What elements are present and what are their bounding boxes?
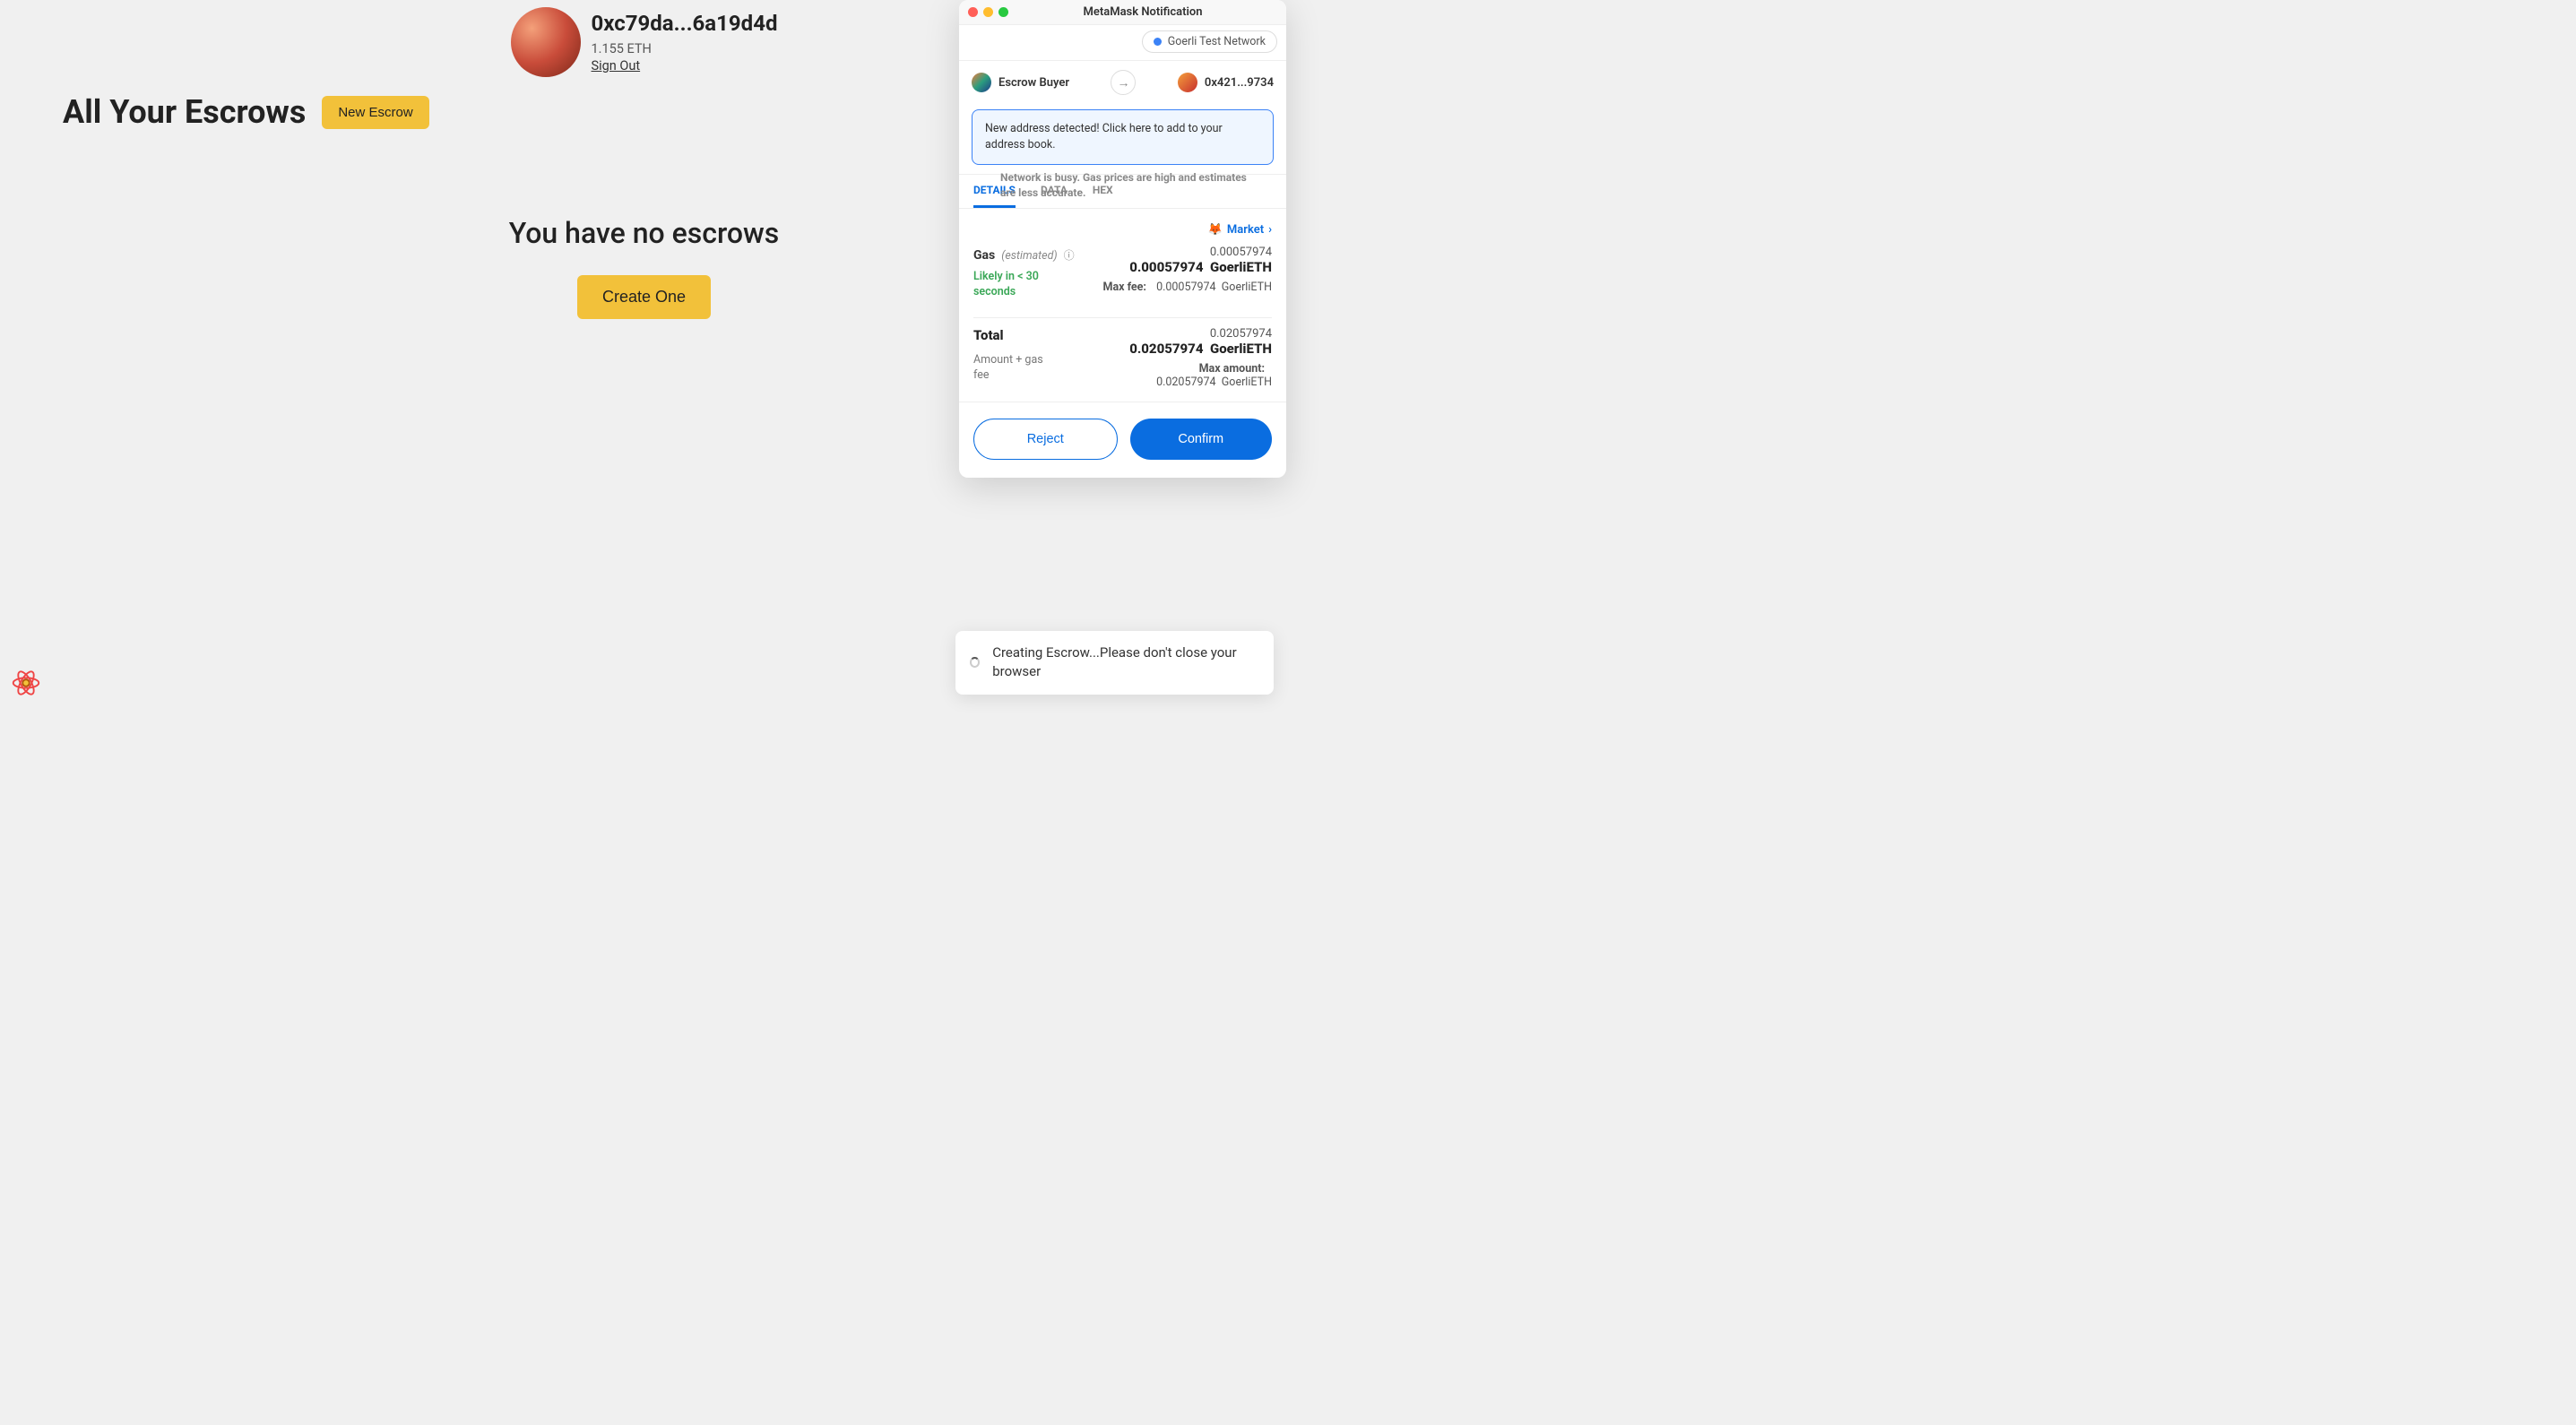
- total-section: Total Amount + gas fee 0.02057974 0.0205…: [959, 324, 1286, 402]
- arrow-right-icon: →: [1111, 70, 1136, 95]
- new-address-alert[interactable]: New address detected! Click here to add …: [972, 109, 1274, 165]
- network-name: Goerli Test Network: [1168, 35, 1266, 48]
- window-controls: [968, 7, 1008, 17]
- tab-hex[interactable]: HEX: [1093, 175, 1113, 208]
- tab-data[interactable]: DATA: [1041, 175, 1068, 208]
- reject-button[interactable]: Reject: [973, 419, 1118, 460]
- network-pill[interactable]: Goerli Test Network: [1142, 30, 1277, 53]
- to-account-icon: [1178, 73, 1197, 92]
- avatar: [511, 7, 581, 77]
- market-label: Market: [1227, 223, 1264, 237]
- window-zoom-icon[interactable]: [998, 7, 1008, 17]
- market-link[interactable]: 🦊 Market ›: [959, 209, 1286, 242]
- divider: [973, 317, 1272, 318]
- react-query-devtools-icon[interactable]: [9, 666, 43, 700]
- spinner-icon: [970, 657, 980, 668]
- gas-likely-time: Likely in < 30 seconds: [973, 270, 1054, 299]
- maxamount-label: Max amount:: [1199, 362, 1265, 376]
- metamask-window-title: MetaMask Notification: [1008, 5, 1277, 19]
- total-amount: 0.02057974: [1129, 341, 1203, 357]
- maxamount-unit: GoerliETH: [1222, 376, 1272, 389]
- network-busy-warning: Network is busy. Gas prices are high and…: [1000, 170, 1260, 201]
- gas-unit: GoerliETH: [1210, 259, 1272, 275]
- network-dot-icon: [1154, 38, 1162, 46]
- metamask-titlebar: MetaMask Notification: [959, 0, 1286, 25]
- user-address: 0xc79da...6a19d4d: [592, 11, 778, 36]
- info-icon[interactable]: ⓘ: [1064, 249, 1075, 262]
- user-balance: 1.155 ETH: [592, 41, 778, 56]
- maxfee-label: Max fee:: [1103, 281, 1146, 294]
- to-account-address: 0x421...9734: [1205, 76, 1274, 90]
- from-account-icon: [972, 73, 991, 92]
- window-close-icon[interactable]: [968, 7, 978, 17]
- gas-amount: 0.00057974: [1129, 259, 1203, 275]
- total-usd: 0.02057974: [1129, 327, 1272, 341]
- fox-icon: 🦊: [1208, 223, 1223, 237]
- toast-message: Creating Escrow...Please don't close you…: [992, 643, 1259, 683]
- network-row: Goerli Test Network: [959, 25, 1286, 60]
- total-label: Total: [973, 327, 1129, 343]
- maxfee-unit: GoerliETH: [1222, 281, 1272, 294]
- total-sublabel: Amount + gas fee: [973, 352, 1054, 384]
- page-title: All Your Escrows: [63, 93, 306, 131]
- chevron-right-icon: ›: [1268, 223, 1272, 237]
- window-minimize-icon[interactable]: [983, 7, 993, 17]
- signout-link[interactable]: Sign Out: [592, 58, 778, 73]
- account-transfer-row: Escrow Buyer → 0x421...9734: [959, 61, 1286, 104]
- toast-notification: Creating Escrow...Please don't close you…: [955, 631, 1274, 695]
- metamask-popup: MetaMask Notification Goerli Test Networ…: [959, 0, 1286, 478]
- from-account-name: Escrow Buyer: [998, 76, 1069, 90]
- metamask-tabs: DETAILS DATA HEX Network is busy. Gas pr…: [959, 175, 1286, 209]
- gas-label: Gas: [973, 248, 995, 263]
- maxamount-amount: 0.02057974: [1156, 376, 1216, 389]
- gas-section: Gas (estimated) ⓘ Likely in < 30 seconds…: [959, 242, 1286, 312]
- total-unit: GoerliETH: [1210, 341, 1272, 357]
- user-info: 0xc79da...6a19d4d 1.155 ETH Sign Out: [592, 11, 778, 73]
- tab-details[interactable]: DETAILS: [973, 175, 1016, 208]
- gas-estimated-label: (estimated): [1001, 249, 1057, 263]
- metamask-buttons: Reject Confirm: [959, 402, 1286, 478]
- gas-usd: 0.00057974: [1103, 246, 1273, 259]
- new-escrow-button[interactable]: New Escrow: [322, 96, 428, 129]
- create-one-button[interactable]: Create One: [577, 275, 711, 319]
- maxfee-amount: 0.00057974: [1156, 281, 1216, 294]
- confirm-button[interactable]: Confirm: [1130, 419, 1273, 460]
